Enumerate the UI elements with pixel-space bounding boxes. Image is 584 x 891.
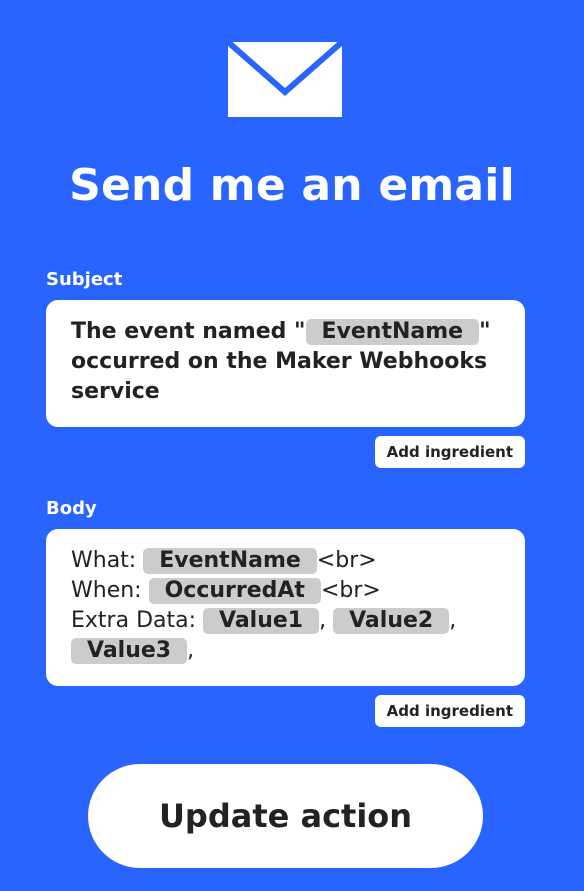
body-label: Body bbox=[46, 498, 97, 519]
ingredient-eventname[interactable]: EventName bbox=[143, 548, 317, 574]
ingredient-occurredat[interactable]: OccurredAt bbox=[148, 578, 321, 604]
update-action-button[interactable]: Update action bbox=[88, 764, 483, 868]
ingredient-eventname[interactable]: EventName bbox=[305, 319, 480, 345]
body-field[interactable]: What: EventName <br> When: OccurredAt <br>… bbox=[46, 529, 525, 686]
body-line-when: When: OccurredAt <br> bbox=[71, 576, 500, 606]
subject-field[interactable]: The event named " EventName " occurred on … bbox=[46, 300, 525, 427]
subject-text-before: The event named " bbox=[71, 319, 306, 344]
subject-label: Subject bbox=[46, 269, 123, 290]
extra-data-label: Extra Data: bbox=[71, 608, 203, 633]
envelope-icon bbox=[228, 42, 342, 117]
separator: , bbox=[319, 608, 327, 633]
subject-add-ingredient-button[interactable]: Add ingredient bbox=[374, 436, 525, 468]
ingredient-value3[interactable]: Value3 bbox=[71, 638, 188, 664]
ingredient-value1[interactable]: Value1 bbox=[203, 608, 320, 634]
body-add-ingredient-button[interactable]: Add ingredient bbox=[374, 695, 525, 727]
separator: , bbox=[187, 638, 195, 663]
br-tag: <br> bbox=[320, 578, 381, 603]
body-line-extra-cont: Value3, bbox=[71, 636, 500, 666]
br-tag: <br> bbox=[316, 548, 377, 573]
ingredient-value2[interactable]: Value2 bbox=[333, 608, 450, 634]
body-line-extra: Extra Data: Value1, Value2, bbox=[71, 606, 500, 636]
separator: , bbox=[449, 608, 457, 633]
body-line-what: What: EventName <br> bbox=[71, 546, 500, 576]
when-label: When: bbox=[71, 578, 149, 603]
page-title: Send me an email bbox=[69, 160, 515, 211]
what-label: What: bbox=[71, 548, 144, 573]
